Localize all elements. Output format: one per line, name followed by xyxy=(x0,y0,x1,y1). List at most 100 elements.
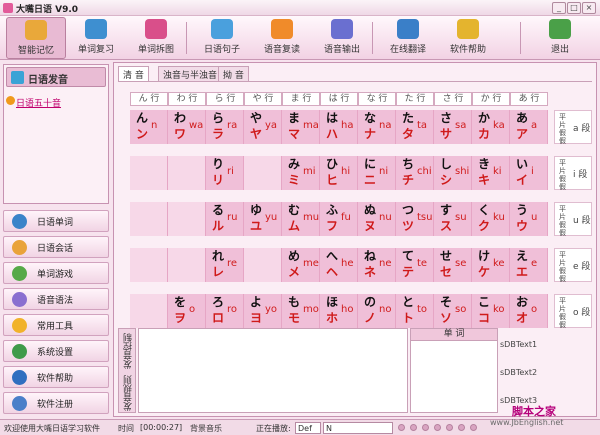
kana-cell[interactable]: とト to xyxy=(396,294,434,328)
description-memo[interactable] xyxy=(138,328,408,413)
kana-cell[interactable]: しシ shi xyxy=(434,156,472,190)
kana-cell[interactable]: よヨ yo xyxy=(244,294,282,328)
toolbar-button-5[interactable]: 语音输出 xyxy=(312,17,372,59)
kana-cell[interactable]: そソ so xyxy=(434,294,472,328)
tab-pronunciation-control[interactable]: 发音控制 xyxy=(122,333,135,369)
kana-cell[interactable]: ほホ ho xyxy=(320,294,358,328)
kana-cell[interactable]: かカ ka xyxy=(472,110,510,144)
sidebar-header[interactable]: 日语发音 xyxy=(6,67,106,87)
kana-cell[interactable]: りリ ri xyxy=(206,156,244,190)
menu-icon xyxy=(12,214,27,229)
toolbar-button-7[interactable]: 软件帮助 xyxy=(438,17,498,59)
kana-glyphs: あア xyxy=(512,110,532,144)
kana-cell[interactable]: はハ ha xyxy=(320,110,358,144)
romaji: na xyxy=(379,120,392,131)
kana-cell[interactable]: ふフ fu xyxy=(320,202,358,236)
katakana: ク xyxy=(477,219,490,233)
kana-cell[interactable]: さサ sa xyxy=(434,110,472,144)
kana-cell[interactable]: わワ wa xyxy=(168,110,206,144)
kana-cell[interactable]: つツ tsu xyxy=(396,202,434,236)
kana-cell[interactable]: らラ ra xyxy=(206,110,244,144)
sidebar-item-4[interactable]: 常用工具 xyxy=(3,314,109,336)
kana-cell[interactable]: のノ no xyxy=(358,294,396,328)
katakana: レ xyxy=(211,265,224,279)
toolbar-button-2[interactable]: 单词拆图 xyxy=(126,17,186,59)
toolbar-button-1[interactable]: 单词复习 xyxy=(66,17,126,59)
kana-cell[interactable]: てテ te xyxy=(396,248,434,282)
kana-cell[interactable]: きキ ki xyxy=(472,156,510,190)
toolbar-button-0[interactable]: 智能记忆 xyxy=(6,17,66,59)
row-label: 平片假假 o 段 xyxy=(554,294,592,329)
sidebar-item-6[interactable]: 软件帮助 xyxy=(3,366,109,388)
kana-cell[interactable]: むム mu xyxy=(282,202,320,236)
hiragana: け xyxy=(477,249,490,263)
kana-cell[interactable]: けケ ke xyxy=(472,248,510,282)
kana-cell-empty xyxy=(244,248,282,282)
romaji: hi xyxy=(341,166,351,177)
sidebar-item-fifty-sounds[interactable]: 日语五十音 xyxy=(16,96,61,109)
katakana: テ xyxy=(401,265,414,279)
sidebar-item-1[interactable]: 日语会话 xyxy=(3,236,109,258)
tab-2[interactable]: 拗 音 xyxy=(218,66,249,81)
status-dot[interactable] xyxy=(398,424,405,431)
kana-cell[interactable]: ゆユ yu xyxy=(244,202,282,236)
kana-cell[interactable]: んンn xyxy=(130,110,168,144)
kana-cell[interactable]: まマ ma xyxy=(282,110,320,144)
kana-cell[interactable]: ちチ chi xyxy=(396,156,434,190)
tab-pronunciation-rules[interactable]: 发音规则 xyxy=(122,375,135,411)
kana-cell[interactable]: ねネ ne xyxy=(358,248,396,282)
voice-select[interactable]: Def xyxy=(295,422,321,434)
maximize-button[interactable]: □ xyxy=(567,2,581,14)
kana-cell[interactable]: おオo xyxy=(510,294,548,328)
sidebar-item-5[interactable]: 系统设置 xyxy=(3,340,109,362)
kana-cell[interactable]: をヲo xyxy=(168,294,206,328)
kana-cell[interactable]: なナ na xyxy=(358,110,396,144)
sidebar-item-2[interactable]: 单词游戏 xyxy=(3,262,109,284)
toolbar-button-4[interactable]: 语音复读 xyxy=(252,17,312,59)
kana-cell[interactable]: めメ me xyxy=(282,248,320,282)
status-dot[interactable] xyxy=(446,424,453,431)
status-dot[interactable] xyxy=(422,424,429,431)
kana-cell[interactable]: えエe xyxy=(510,248,548,282)
status-dot[interactable] xyxy=(434,424,441,431)
romaji: wa xyxy=(189,120,204,131)
kana-cell[interactable]: すス su xyxy=(434,202,472,236)
kana-cell[interactable]: くク ku xyxy=(472,202,510,236)
kana-cell[interactable]: へヘ he xyxy=(320,248,358,282)
status-dot[interactable] xyxy=(470,424,477,431)
katakana: ヒ xyxy=(325,173,338,187)
kana-cell[interactable]: みミ mi xyxy=(282,156,320,190)
katakana: ナ xyxy=(363,127,376,141)
tab-0[interactable]: 清 音 xyxy=(118,66,149,82)
kana-cell[interactable]: あアa xyxy=(510,110,548,144)
status-dot[interactable] xyxy=(410,424,417,431)
kana-cell[interactable]: ろロ ro xyxy=(206,294,244,328)
minimize-button[interactable]: _ xyxy=(552,2,566,14)
kana-cell[interactable]: もモ mo xyxy=(282,294,320,328)
sidebar-item-7[interactable]: 软件注册 xyxy=(3,392,109,414)
toolbar-button-8[interactable]: 退出 xyxy=(530,17,590,59)
katakana: マ xyxy=(287,127,300,141)
sidebar-item-3[interactable]: 语音语法 xyxy=(3,288,109,310)
status-dot[interactable] xyxy=(458,424,465,431)
kana-cell[interactable]: せセ se xyxy=(434,248,472,282)
kana-cell[interactable]: いイi xyxy=(510,156,548,190)
toolbar-button-6[interactable]: 在线翻译 xyxy=(378,17,438,59)
toolbar-button-3[interactable]: 日语句子 xyxy=(192,17,252,59)
hiragana: さ xyxy=(439,111,452,125)
kana-cell[interactable]: たタ ta xyxy=(396,110,434,144)
kana-cell[interactable]: ひヒ hi xyxy=(320,156,358,190)
close-button[interactable]: × xyxy=(582,2,596,14)
tab-1[interactable]: 浊音与半浊音 xyxy=(158,66,223,81)
kana-cell[interactable]: こコ ko xyxy=(472,294,510,328)
voice-mode-select[interactable]: N xyxy=(323,422,393,434)
kana-cell[interactable]: やヤ ya xyxy=(244,110,282,144)
kana-cell[interactable]: るル ru xyxy=(206,202,244,236)
kana-cell[interactable]: れレ re xyxy=(206,248,244,282)
kana-cell[interactable]: うウu xyxy=(510,202,548,236)
sidebar-item-0[interactable]: 日语单词 xyxy=(3,210,109,232)
hiragana: わ xyxy=(173,111,186,125)
kana-cell[interactable]: ぬヌ nu xyxy=(358,202,396,236)
column-header: あ 行 xyxy=(510,92,548,106)
kana-cell[interactable]: にニ ni xyxy=(358,156,396,190)
